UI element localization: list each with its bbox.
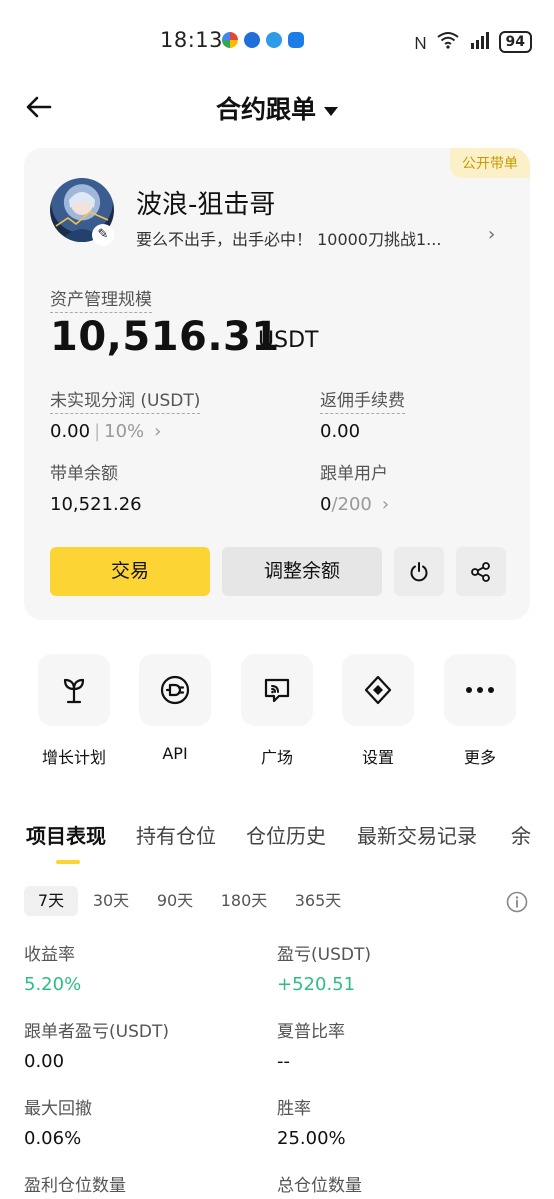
profit-positions-label: 盈利仓位数量 [24, 1176, 126, 1196]
chevron-right-icon: › [154, 421, 162, 442]
shortcut-label: API [162, 744, 188, 763]
unrealized-profit-share-label: 未实现分润 (USDT) [50, 386, 201, 414]
settings-diamond-icon [342, 654, 414, 726]
win-rate-label: 胜率 [277, 1099, 311, 1119]
page-title: 合约跟单 [215, 95, 316, 124]
follower-pnl-label: 跟单者盈亏(USDT) [24, 1022, 169, 1042]
period-30d[interactable]: 30天 [84, 886, 138, 916]
nfc-icon: Ｎ [412, 34, 429, 53]
tab-more-truncated[interactable]: 余 [511, 820, 531, 849]
followers-label: 跟单用户 [320, 464, 388, 484]
pnl-value: +520.51 [277, 974, 356, 995]
rebate-fee-label: 返佣手续费 [320, 386, 405, 414]
notification-app-icon [244, 32, 260, 48]
unrealized-value: 0.00 [50, 421, 91, 442]
win-rate-value: 25.00% [277, 1128, 346, 1149]
roi-label: 收益率 [24, 945, 75, 965]
power-button[interactable] [394, 547, 444, 596]
chevron-right-icon: › [381, 494, 390, 515]
power-icon [410, 561, 428, 581]
notification-app-icon [266, 32, 282, 48]
period-7d[interactable]: 7天 [24, 886, 78, 916]
active-tab-indicator [56, 860, 80, 864]
sharpe-ratio-label: 夏普比率 [277, 1022, 345, 1042]
aum-unit: USDT [258, 328, 319, 353]
shortcut-label: 设置 [361, 748, 394, 767]
edit-pencil-icon[interactable]: ✎ [92, 224, 114, 246]
shortcut-label: 增长计划 [41, 748, 106, 767]
top-app-bar: 合约跟单 [0, 82, 554, 132]
period-365d[interactable]: 365天 [286, 886, 350, 916]
status-bar: 18:13 Ｎ 94 [0, 0, 554, 82]
lead-balance-value: 10,521.26 [50, 494, 142, 515]
shortcut-square[interactable]: 广场 [241, 654, 313, 768]
pnl-label: 盈亏(USDT) [277, 945, 371, 965]
section-tabs: 项目表现 持有仓位 仓位历史 最新交易记录 余 [26, 820, 554, 864]
page-title-dropdown[interactable]: 合约跟单 [0, 90, 554, 126]
trade-button[interactable]: 交易 [50, 547, 210, 596]
tab-open-positions[interactable]: 持有仓位 [136, 820, 216, 849]
unrealized-profit-share-value[interactable]: 0.00 | 10% › [50, 421, 161, 442]
sharpe-ratio-value: -- [277, 1051, 290, 1072]
notification-app-icon [288, 32, 304, 48]
shortcut-label: 广场 [260, 748, 293, 767]
trader-summary-card: 公开带单 ✎ 波浪-狙击哥 要么不出手，出手必中！ 10000刀挑战1... ›… [24, 148, 530, 620]
shortcut-growth-plan[interactable]: 增长计划 [38, 654, 110, 768]
broadcast-chat-icon [241, 654, 313, 726]
shortcut-settings[interactable]: 设置 [342, 654, 414, 768]
rebate-fee-value: 0.00 [320, 421, 361, 442]
notification-app-icon [222, 32, 238, 48]
shortcut-label: 更多 [463, 748, 496, 767]
divider: | [94, 421, 101, 442]
chevron-right-icon[interactable]: › [488, 224, 495, 245]
battery-indicator: 94 [498, 31, 532, 53]
roi-value: 5.20% [24, 974, 82, 995]
shortcut-api[interactable]: API [139, 654, 211, 763]
max-drawdown-value: 0.06% [24, 1128, 82, 1149]
max-drawdown-label: 最大回撤 [24, 1099, 92, 1119]
followers-count: 0 [320, 494, 332, 515]
trader-bio[interactable]: 要么不出手，出手必中！ 10000刀挑战1... [136, 226, 441, 250]
caret-down-icon [324, 106, 338, 116]
sprout-icon [38, 654, 110, 726]
aum-value: 10,516.31 [50, 314, 280, 360]
status-time: 18:13 [160, 28, 224, 52]
share-icon [471, 561, 490, 582]
followers-max: /200 [331, 494, 372, 515]
cellular-signal-icon [467, 31, 491, 53]
followers-value[interactable]: 0/200 › [320, 494, 389, 515]
aum-label: 资产管理规模 [50, 285, 152, 313]
more-dots-icon [444, 654, 516, 726]
total-positions-label: 总仓位数量 [277, 1176, 362, 1196]
tab-position-history[interactable]: 仓位历史 [246, 820, 326, 849]
status-app-icons [222, 32, 304, 48]
period-90d[interactable]: 90天 [148, 886, 202, 916]
profit-share-ratio: 10% [104, 421, 145, 442]
info-icon[interactable] [506, 891, 528, 913]
share-button[interactable] [456, 547, 506, 596]
tab-latest-trades[interactable]: 最新交易记录 [357, 820, 477, 849]
period-180d[interactable]: 180天 [212, 886, 276, 916]
trader-name: 波浪-狙击哥 [136, 190, 276, 220]
adjust-balance-button[interactable]: 调整余额 [222, 547, 382, 596]
status-indicators: Ｎ 94 [412, 30, 532, 54]
shortcut-more[interactable]: 更多 [444, 654, 516, 768]
tab-performance[interactable]: 项目表现 [26, 820, 106, 849]
lead-balance-label: 带单余额 [50, 464, 118, 484]
wifi-icon [436, 31, 459, 53]
public-lead-badge: 公开带单 [450, 148, 530, 178]
plug-icon [139, 654, 211, 726]
follower-pnl-value: 0.00 [24, 1051, 65, 1072]
